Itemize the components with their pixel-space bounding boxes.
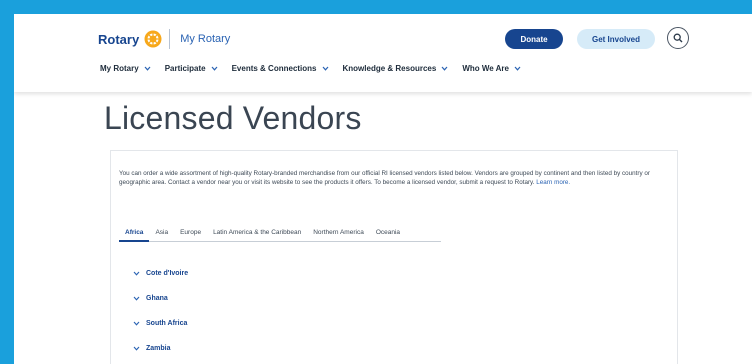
continent-tabs: Africa Asia Europe Latin America & the C… [119,226,441,242]
region-list: Cote d'Ivoire Ghana South Africa Zambia [133,261,188,361]
chevron-down-icon [514,66,521,71]
chevron-down-icon [133,271,140,276]
nav-item-my-rotary[interactable]: My Rotary [100,64,151,73]
region-label: Zambia [146,345,171,352]
page-title: Licensed Vendors [104,100,362,136]
page-frame: Rotary My Rotary Donate Get Involved My … [14,14,752,364]
search-button[interactable] [667,27,689,49]
nav-item-events-connections[interactable]: Events & Connections [232,64,329,73]
nav-item-label: My Rotary [100,64,139,73]
nav-item-label: Who We Are [462,64,509,73]
search-icon [673,33,683,43]
vendors-panel: You can order a wide assortment of high-… [110,150,678,364]
intro-paragraph: You can order a wide assortment of high-… [119,169,659,188]
tab-oceania[interactable]: Oceania [370,226,406,242]
tab-europe[interactable]: Europe [174,226,207,242]
chevron-down-icon [133,321,140,326]
intro-text: You can order a wide assortment of high-… [119,170,650,187]
logo-area[interactable]: Rotary My Rotary [98,26,230,52]
chevron-down-icon [441,66,448,71]
chevron-down-icon [133,346,140,351]
nav-item-label: Knowledge & Resources [342,64,437,73]
site-header: Rotary My Rotary Donate Get Involved My … [14,14,752,92]
region-label: Ghana [146,295,168,302]
donate-button[interactable]: Donate [505,29,563,49]
region-cote-divoire[interactable]: Cote d'Ivoire [133,261,188,286]
chevron-down-icon [144,66,151,71]
get-involved-button[interactable]: Get Involved [577,29,655,49]
region-ghana[interactable]: Ghana [133,286,188,311]
rotary-wheel-icon [144,30,162,48]
chevron-down-icon [211,66,218,71]
nav-item-knowledge-resources[interactable]: Knowledge & Resources [343,64,449,73]
nav-item-label: Participate [164,64,206,73]
chevron-down-icon [133,296,140,301]
tab-northern-america[interactable]: Northern America [307,226,370,242]
tab-latin-america-caribbean[interactable]: Latin America & the Caribbean [207,226,307,242]
tab-asia[interactable]: Asia [149,226,174,242]
region-label: South Africa [146,320,188,327]
nav-item-participate[interactable]: Participate [165,64,218,73]
nav-item-who-we-are[interactable]: Who We Are [462,64,521,73]
region-south-africa[interactable]: South Africa [133,311,188,336]
region-label: Cote d'Ivoire [146,270,189,277]
region-zambia[interactable]: Zambia [133,336,188,361]
chevron-down-icon [322,66,328,71]
learn-more-link[interactable]: Learn more. [536,179,570,186]
logo-divider [169,29,171,49]
main-nav: My Rotary Participate Events & Connectio… [100,64,535,73]
nav-item-label: Events & Connections [231,64,317,73]
my-rotary-link[interactable]: My Rotary [180,33,230,45]
rotary-logo-text: Rotary [98,31,140,47]
tab-africa[interactable]: Africa [119,226,150,242]
